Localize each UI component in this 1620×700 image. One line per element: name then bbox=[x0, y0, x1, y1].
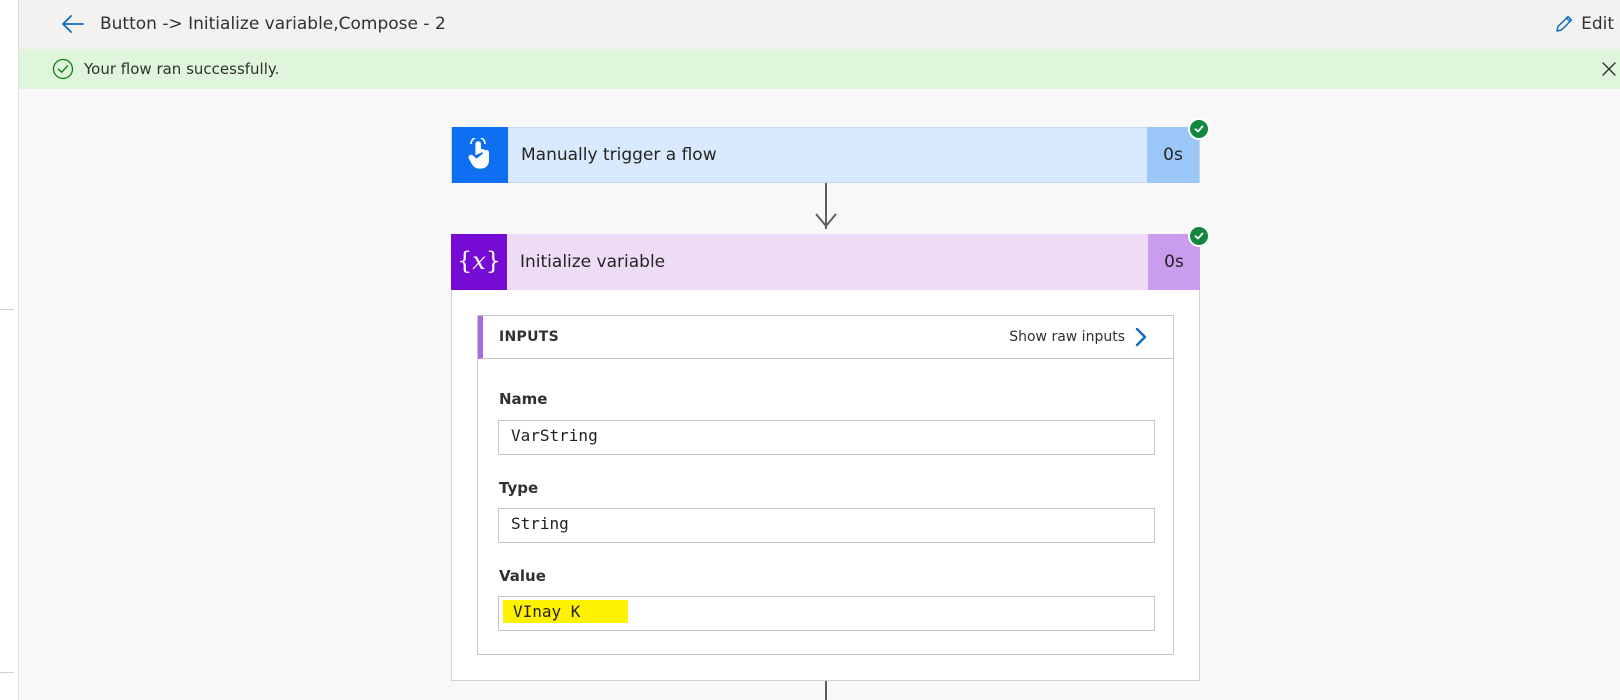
trigger-icon-tile bbox=[452, 127, 508, 183]
arrow-down-icon bbox=[815, 213, 837, 228]
back-button[interactable] bbox=[57, 10, 89, 38]
variable-icon: {x} bbox=[459, 247, 499, 275]
success-check-icon bbox=[52, 58, 74, 80]
succeeded-check-icon bbox=[1188, 118, 1210, 140]
show-raw-inputs-label: Show raw inputs bbox=[1009, 329, 1125, 345]
edit-button-label: Edit bbox=[1581, 14, 1614, 34]
value-field-value: VInay K bbox=[498, 596, 1155, 631]
arrow-left-icon bbox=[62, 15, 84, 33]
value-field-label: Value bbox=[499, 567, 546, 585]
chevron-right-icon bbox=[1135, 327, 1147, 347]
step-details: INPUTS Show raw inputs Name VarString Ty… bbox=[451, 290, 1200, 681]
left-strip-divider bbox=[0, 309, 14, 310]
type-field-value: String bbox=[498, 508, 1155, 543]
edit-button[interactable]: Edit bbox=[1554, 11, 1614, 37]
inputs-header: INPUTS Show raw inputs bbox=[478, 316, 1173, 359]
step-title: Initialize variable bbox=[520, 252, 666, 272]
variable-icon-tile: {x} bbox=[451, 234, 507, 290]
svg-text:{x}: {x} bbox=[459, 247, 499, 275]
inputs-panel: INPUTS Show raw inputs Name VarString Ty… bbox=[477, 315, 1174, 655]
inputs-heading: INPUTS bbox=[499, 329, 559, 345]
page-title: Button -> Initialize variable,Compose - … bbox=[100, 14, 446, 34]
name-value-text: VarString bbox=[511, 426, 598, 445]
step-title: Manually trigger a flow bbox=[521, 145, 717, 165]
type-field-label: Type bbox=[499, 479, 539, 497]
touch-hand-icon bbox=[468, 138, 489, 169]
run-header: Button -> Initialize variable,Compose - … bbox=[19, 0, 1620, 49]
flow-step-trigger[interactable]: Manually trigger a flow 0s bbox=[451, 127, 1200, 183]
pencil-icon bbox=[1556, 15, 1573, 32]
success-banner: Your flow ran successfully. bbox=[19, 49, 1620, 89]
name-field-value: VarString bbox=[498, 420, 1155, 455]
show-raw-inputs-link[interactable]: Show raw inputs bbox=[1009, 327, 1147, 347]
highlighted-value-text: VInay K bbox=[503, 600, 629, 623]
succeeded-check-icon bbox=[1188, 225, 1210, 247]
type-value-text: String bbox=[511, 514, 569, 533]
flow-step-initialize-variable[interactable]: {x} Initialize variable 0s bbox=[451, 234, 1200, 290]
banner-message: Your flow ran successfully. bbox=[84, 60, 280, 78]
left-strip-divider bbox=[0, 672, 14, 673]
flow-connector bbox=[825, 681, 827, 700]
name-field-label: Name bbox=[499, 390, 548, 408]
close-icon[interactable] bbox=[1598, 58, 1620, 80]
left-nav-strip bbox=[0, 0, 19, 700]
